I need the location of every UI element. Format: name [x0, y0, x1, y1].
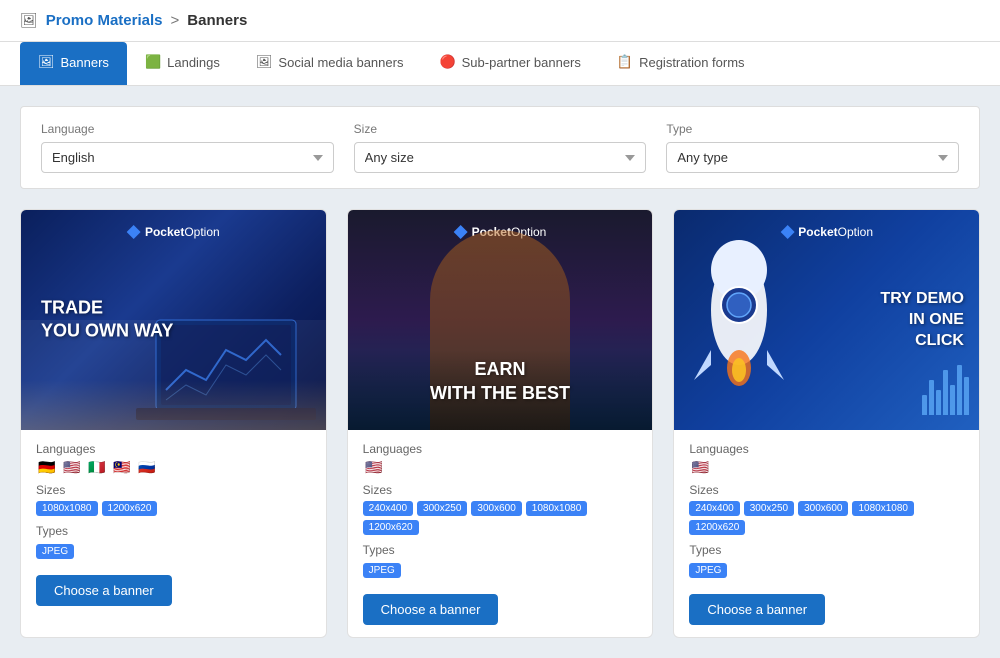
banner-3-chart [922, 365, 969, 415]
banner-1-type-badge: JPEG [36, 544, 74, 559]
size-badge: 300x600 [798, 501, 848, 516]
banner-2-type-badge: JPEG [363, 563, 401, 578]
size-select[interactable]: Any size 240x400 300x250 300x600 1080x10… [354, 142, 647, 173]
banners-grid: PocketOption TRADEYOU OWN WAY [20, 209, 980, 638]
size-badge: 300x250 [417, 501, 467, 516]
flag-us: 🇺🇸 [61, 460, 83, 475]
flag-de: 🇩🇪 [36, 460, 58, 475]
banner-1-logo: PocketOption [127, 225, 220, 239]
rocket-svg [684, 240, 794, 400]
size-badge: 1200x620 [102, 501, 158, 516]
landings-tab-icon: 🟩 [145, 54, 161, 70]
type-select[interactable]: Any type JPEG PNG GIF [666, 142, 959, 173]
choose-banner-1-button[interactable]: Choose a banner [36, 575, 172, 606]
banner-image-3: PocketOption [674, 210, 979, 430]
banner-2-languages: Languages 🇺🇸 [363, 442, 638, 475]
banner-3-sizes: Sizes 240x400 300x250 300x600 1080x1080 … [689, 483, 964, 535]
banner-3-flags: 🇺🇸 [689, 460, 964, 475]
main-content: Language English German Italian Russian … [0, 86, 1000, 658]
tab-sub-partner-banners[interactable]: 🔴 Sub-partner banners [421, 42, 598, 85]
tab-registration-forms[interactable]: 📋 Registration forms [599, 42, 763, 85]
flag-my: 🇲🇾 [111, 460, 133, 475]
size-badge: 300x250 [744, 501, 794, 516]
choose-banner-3-button[interactable]: Choose a banner [689, 594, 825, 625]
banner-card-3: PocketOption [673, 209, 980, 638]
banner-1-flags: 🇩🇪 🇺🇸 🇮🇹 🇲🇾 🇷🇺 [36, 460, 311, 475]
banner-3-info: Languages 🇺🇸 Sizes 240x400 300x250 300x6… [674, 430, 979, 637]
banner-1-text: TRADEYOU OWN WAY [41, 297, 173, 344]
size-badge: 240x400 [689, 501, 739, 516]
tab-landings[interactable]: 🟩 Landings [127, 42, 238, 85]
type-filter-label: Type [666, 122, 959, 136]
tab-banners-label: Banners [61, 55, 109, 70]
size-filter-label: Size [354, 122, 647, 136]
tab-social-media-banners[interactable]: 🖼 Social media banners [238, 42, 422, 85]
breadcrumb-bar: 🖼 Promo Materials > Banners [0, 0, 1000, 42]
language-filter-label: Language [41, 122, 334, 136]
tab-sub-partner-label: Sub-partner banners [462, 55, 581, 70]
banner-3-types: Types JPEG [689, 543, 964, 578]
size-badge: 1080x1080 [36, 501, 98, 516]
flag-us-3: 🇺🇸 [689, 460, 711, 475]
size-badge: 1080x1080 [526, 501, 588, 516]
size-filter: Size Any size 240x400 300x250 300x600 10… [354, 122, 647, 173]
banner-3-size-badges: 240x400 300x250 300x600 1080x1080 1200x6… [689, 501, 964, 535]
size-badge: 300x600 [471, 501, 521, 516]
banner-image-2: PocketOption EARNWITH THE BEST [348, 210, 653, 430]
banner-1-info: Languages 🇩🇪 🇺🇸 🇮🇹 🇲🇾 🇷🇺 Sizes 1080x1080… [21, 430, 326, 618]
filters-bar: Language English German Italian Russian … [20, 106, 980, 189]
tab-registration-label: Registration forms [639, 55, 744, 70]
banner-1-sizes: Sizes 1080x1080 1200x620 [36, 483, 311, 516]
breadcrumb-icon: 🖼 [20, 12, 38, 29]
banner-3-languages: Languages 🇺🇸 [689, 442, 964, 475]
tab-banners[interactable]: 🖼 Banners [20, 42, 127, 85]
breadcrumb-separator: > [171, 12, 180, 29]
banner-1-types: Types JPEG [36, 524, 311, 559]
banner-2-size-badges: 240x400 300x250 300x600 1080x1080 1200x6… [363, 501, 638, 535]
banner-image-1: PocketOption TRADEYOU OWN WAY [21, 210, 326, 430]
tab-landings-label: Landings [167, 55, 220, 70]
flag-it: 🇮🇹 [86, 460, 108, 475]
banner-card-1: PocketOption TRADEYOU OWN WAY [20, 209, 327, 638]
banner-2-text: EARNWITH THE BEST [348, 358, 653, 405]
social-tab-icon: 🖼 [256, 54, 273, 70]
size-badge: 240x400 [363, 501, 413, 516]
size-badge: 1080x1080 [852, 501, 914, 516]
banner-3-type-badge: JPEG [689, 563, 727, 578]
banner-3-logo: PocketOption [780, 225, 873, 239]
banner-1-size-badges: 1080x1080 1200x620 [36, 501, 311, 516]
banner-3-text: TRY DEMOIN ONECLICK [880, 289, 964, 351]
banner-card-2: PocketOption EARNWITH THE BEST Languages… [347, 209, 654, 638]
type-filter: Type Any type JPEG PNG GIF [666, 122, 959, 173]
flag-ru: 🇷🇺 [136, 460, 158, 475]
banner-2-types: Types JPEG [363, 543, 638, 578]
size-badge: 1200x620 [363, 520, 419, 535]
choose-banner-2-button[interactable]: Choose a banner [363, 594, 499, 625]
banner-2-info: Languages 🇺🇸 Sizes 240x400 300x250 300x6… [348, 430, 653, 637]
sub-partner-tab-icon: 🔴 [439, 54, 455, 70]
tab-social-label: Social media banners [278, 55, 403, 70]
banners-tab-icon: 🖼 [38, 54, 55, 70]
banner-2-flags: 🇺🇸 [363, 460, 638, 475]
breadcrumb-current: Banners [187, 12, 247, 29]
reg-forms-tab-icon: 📋 [617, 54, 633, 70]
size-badge: 1200x620 [689, 520, 745, 535]
flag-us-2: 🇺🇸 [363, 460, 385, 475]
banner-1-languages: Languages 🇩🇪 🇺🇸 🇮🇹 🇲🇾 🇷🇺 [36, 442, 311, 475]
language-select[interactable]: English German Italian Russian [41, 142, 334, 173]
banner-2-sizes: Sizes 240x400 300x250 300x600 1080x1080 … [363, 483, 638, 535]
language-filter: Language English German Italian Russian [41, 122, 334, 173]
tabs-bar: 🖼 Banners 🟩 Landings 🖼 Social media bann… [0, 42, 1000, 86]
breadcrumb-parent[interactable]: Promo Materials [46, 12, 163, 29]
